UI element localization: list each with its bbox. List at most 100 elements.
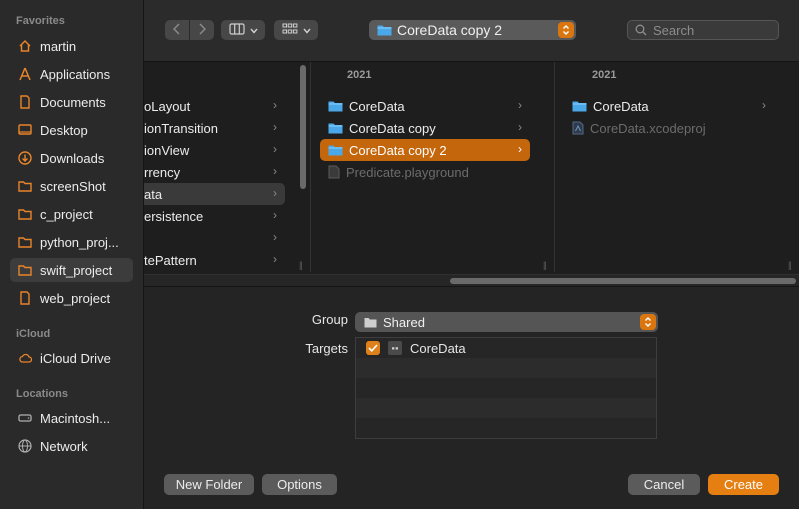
applications-icon <box>18 67 32 81</box>
column-header: 2021 <box>592 69 617 81</box>
sidebar-item-network[interactable]: Network <box>10 434 133 458</box>
save-dialog: { "sidebar": { "favorites_title": "Favor… <box>0 0 799 509</box>
column-resize-handle[interactable]: || <box>788 260 792 270</box>
options-button[interactable]: Options <box>262 474 337 495</box>
sidebar-item-martin[interactable]: martin <box>10 34 133 58</box>
desktop-icon <box>18 123 32 137</box>
sidebar-item-web-project[interactable]: web_project <box>10 286 133 310</box>
options-panel: Group Shared Targets ▪▪ CoreData New Fol… <box>144 286 799 509</box>
sidebar-item-label: Applications <box>40 66 111 82</box>
folder-icon <box>328 144 343 156</box>
sidebar-item-label: web_project <box>40 290 111 306</box>
sidebar-item-label: c_project <box>40 206 93 222</box>
path-popup[interactable]: CoreData copy 2 <box>369 20 576 40</box>
list-item[interactable]: CoreData.xcodeproj <box>564 117 774 139</box>
sidebar-item-label: Desktop <box>40 122 88 138</box>
sidebar-item-label: martin <box>40 38 77 54</box>
folder-icon <box>18 263 32 277</box>
list-item[interactable]: ionView <box>144 139 285 161</box>
columns-view-icon <box>228 22 245 38</box>
list-item[interactable]: ersistence <box>144 205 285 227</box>
sidebar-item-desktop[interactable]: Desktop <box>10 118 133 142</box>
target-checkbox[interactable] <box>366 341 380 355</box>
list-item[interactable]: ionTransition <box>144 117 285 139</box>
chevron-left-icon <box>172 22 181 38</box>
list-item[interactable]: rrency <box>144 161 285 183</box>
sidebar-item-label: Macintosh... <box>40 410 111 426</box>
view-mode-button[interactable] <box>221 20 265 40</box>
folder-icon <box>572 100 587 112</box>
list-item[interactable]: Predicate.playground <box>320 161 530 183</box>
sidebar-item-swift-project[interactable]: swift_project <box>10 258 133 282</box>
sidebar-item-label: swift_project <box>40 262 113 278</box>
sidebar-item-python-project[interactable]: python_proj... <box>10 230 133 254</box>
sidebar-item-downloads[interactable]: Downloads <box>10 146 133 170</box>
sidebar-section-favorites: Favorites <box>16 15 65 27</box>
sidebar-item-macintosh-hd[interactable]: Macintosh... <box>10 406 133 430</box>
document-icon <box>18 95 32 109</box>
forward-button[interactable] <box>190 20 214 40</box>
search-placeholder: Search <box>653 22 695 38</box>
playground-file-icon <box>328 165 340 179</box>
home-icon <box>18 39 32 53</box>
chevron-right-icon: › <box>273 164 277 178</box>
column-divider <box>554 62 555 272</box>
chevron-right-icon: › <box>762 98 766 112</box>
globe-icon <box>18 439 32 453</box>
group-label: Group <box>311 312 348 327</box>
list-item[interactable]: tePattern <box>144 249 285 271</box>
toolbar: CoreData copy 2 Search <box>144 0 799 62</box>
create-button[interactable]: Create <box>708 474 779 495</box>
table-row <box>356 398 656 418</box>
chevron-right-icon: › <box>273 120 277 134</box>
search-field[interactable]: Search <box>627 20 779 40</box>
folder-icon <box>328 100 343 112</box>
column-header: 2021 <box>347 69 372 81</box>
chevron-right-icon: › <box>518 98 522 112</box>
chevron-right-icon: › <box>273 230 277 244</box>
horizontal-scrollbar[interactable] <box>144 274 799 286</box>
target-row[interactable]: ▪▪ CoreData <box>356 338 656 358</box>
column-divider <box>310 62 311 272</box>
horizontal-scroll-thumb[interactable] <box>450 278 796 284</box>
list-item[interactable]: CoreData <box>564 95 774 117</box>
icon-grid-icon <box>282 23 298 38</box>
list-item[interactable]: oLayout <box>144 95 285 117</box>
back-button[interactable] <box>165 20 189 40</box>
table-row <box>356 378 656 398</box>
group-popup[interactable]: Shared <box>355 312 658 332</box>
chevron-right-icon: › <box>518 120 522 134</box>
cloud-icon <box>18 351 32 365</box>
column-resize-handle[interactable]: || <box>299 260 303 270</box>
target-label: CoreData <box>410 340 466 356</box>
chevron-right-icon: › <box>273 208 277 222</box>
chevron-right-icon: › <box>273 186 277 200</box>
column-1-scrollbar[interactable] <box>300 65 306 189</box>
sidebar-item-label: Downloads <box>40 150 105 166</box>
list-item[interactable] <box>144 227 285 249</box>
targets-list: ▪▪ CoreData <box>355 337 657 439</box>
list-item-selected[interactable]: ata <box>144 183 285 205</box>
sidebar-item-documents[interactable]: Documents <box>10 90 133 114</box>
target-app-icon: ▪▪ <box>388 341 402 355</box>
list-item[interactable]: CoreData copy <box>320 117 530 139</box>
group-popup-value: Shared <box>383 314 425 330</box>
table-row <box>356 418 656 438</box>
cancel-button[interactable]: Cancel <box>628 474 700 495</box>
disk-icon <box>18 411 32 425</box>
xcodeproj-file-icon <box>572 121 584 135</box>
group-button[interactable] <box>274 20 318 40</box>
column-resize-handle[interactable]: || <box>543 260 547 270</box>
sidebar-item-label: Network <box>40 438 88 454</box>
list-item[interactable]: CoreData <box>320 95 530 117</box>
sidebar-item-applications[interactable]: Applications <box>10 62 133 86</box>
sidebar-item-screenshot[interactable]: screenShot <box>10 174 133 198</box>
sidebar-item-icloud-drive[interactable]: iCloud Drive <box>10 346 133 370</box>
table-row <box>356 358 656 378</box>
new-folder-button[interactable]: New Folder <box>164 474 254 495</box>
list-item-selected[interactable]: CoreData copy 2 <box>320 139 530 161</box>
sidebar-item-c-project[interactable]: c_project <box>10 202 133 226</box>
document-icon <box>18 291 32 305</box>
downloads-icon <box>18 151 32 165</box>
search-icon <box>635 24 647 36</box>
